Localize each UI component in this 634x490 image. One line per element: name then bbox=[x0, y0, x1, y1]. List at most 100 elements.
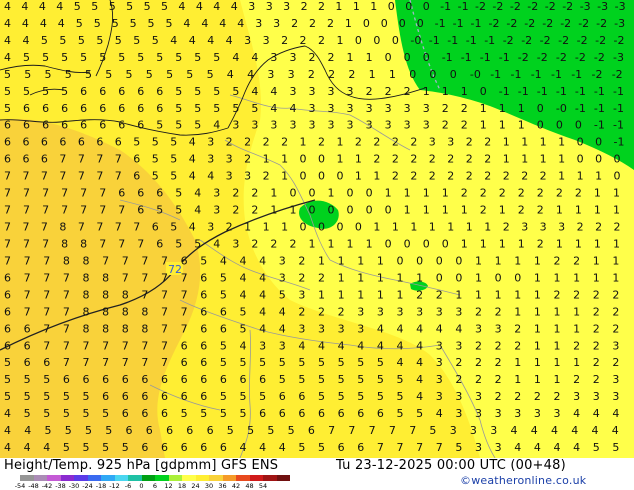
grid-value: 0 bbox=[595, 153, 602, 166]
grid-value: 6 bbox=[141, 441, 148, 454]
grid-value: 6 bbox=[220, 305, 227, 318]
grid-value: 3 bbox=[377, 305, 384, 318]
grid-value: -1 bbox=[490, 68, 501, 81]
grid-value: 5 bbox=[24, 373, 31, 386]
grid-value: 1 bbox=[554, 356, 561, 369]
grid-value: 7 bbox=[161, 339, 168, 352]
grid-value: 1 bbox=[429, 221, 436, 234]
grid-value: 0 bbox=[450, 68, 457, 81]
grid-value: 5 bbox=[102, 441, 109, 454]
grid-value: 4 bbox=[4, 424, 11, 437]
colorbar-label: -48 bbox=[28, 482, 39, 490]
grid-value: 7 bbox=[43, 271, 50, 284]
grid-value: 2 bbox=[318, 34, 325, 47]
grid-value: 0 bbox=[480, 85, 487, 98]
grid-value: 5 bbox=[112, 17, 119, 30]
grid-value: 3 bbox=[573, 390, 580, 403]
grid-value: 0 bbox=[455, 271, 462, 284]
grid-value: 5 bbox=[146, 68, 153, 81]
grid-value: 3 bbox=[385, 102, 392, 115]
grid-value: 1 bbox=[540, 136, 547, 149]
grid-value: 1 bbox=[514, 373, 521, 386]
grid-value: 6 bbox=[161, 407, 168, 420]
grid-value: 7 bbox=[161, 322, 168, 335]
grid-value: 2 bbox=[392, 170, 399, 183]
grid-value: 1 bbox=[442, 85, 449, 98]
grid-value: 0 bbox=[337, 221, 344, 234]
colorbar-segment bbox=[209, 475, 223, 481]
grid-value: 6 bbox=[141, 373, 148, 386]
colorbar-segment bbox=[155, 475, 169, 481]
grid-value: 5 bbox=[83, 407, 90, 420]
grid-value: 1 bbox=[328, 238, 335, 251]
grid-value: 4 bbox=[514, 441, 521, 454]
grid-value: 8 bbox=[141, 322, 148, 335]
grid-value: 5 bbox=[170, 153, 177, 166]
grid-value: -3 bbox=[614, 17, 625, 30]
grid-value: 6 bbox=[200, 288, 207, 301]
grid-value: 5 bbox=[161, 0, 168, 13]
grid-value: 2 bbox=[534, 390, 541, 403]
grid-value: 6 bbox=[220, 373, 227, 386]
grid-value: 7 bbox=[63, 271, 70, 284]
credit-link[interactable]: ©weatheronline.co.uk bbox=[460, 474, 586, 487]
grid-value: 2 bbox=[495, 339, 502, 352]
grid-value: 5 bbox=[156, 204, 163, 217]
grid-value: 4 bbox=[226, 34, 233, 47]
grid-value: 4 bbox=[416, 373, 423, 386]
grid-value: 1 bbox=[353, 0, 360, 13]
grid-value: 2 bbox=[232, 187, 239, 200]
grid-value: 4 bbox=[240, 339, 247, 352]
grid-value: 6 bbox=[200, 271, 207, 284]
grid-value: 3 bbox=[207, 153, 214, 166]
grid-value: 0 bbox=[442, 238, 449, 251]
grid-value: 4 bbox=[240, 288, 247, 301]
grid-value: 5 bbox=[105, 424, 112, 437]
grid-value: 6 bbox=[118, 102, 125, 115]
grid-value: 5 bbox=[429, 424, 436, 437]
grid-value: 7 bbox=[83, 356, 90, 369]
grid-value: 8 bbox=[83, 271, 90, 284]
grid-value: 1 bbox=[514, 356, 521, 369]
grid-value: 5 bbox=[45, 424, 52, 437]
grid-value: 7 bbox=[161, 254, 168, 267]
grid-value: 5 bbox=[156, 119, 163, 132]
grid-value: 2 bbox=[338, 305, 345, 318]
grid-value: 6 bbox=[4, 153, 11, 166]
grid-value: 1 bbox=[357, 271, 364, 284]
grid-value: 5 bbox=[152, 136, 159, 149]
grid-value: 7 bbox=[436, 441, 443, 454]
grid-value: 0 bbox=[309, 187, 316, 200]
grid-value: 0 bbox=[300, 170, 307, 183]
grid-value: 2 bbox=[475, 339, 482, 352]
grid-value: 1 bbox=[423, 187, 430, 200]
grid-value: 5 bbox=[23, 51, 30, 64]
grid-value: 4 bbox=[207, 34, 214, 47]
grid-value: 5 bbox=[377, 390, 384, 403]
grid-value: -1 bbox=[518, 85, 529, 98]
grid-value: 4 bbox=[227, 68, 234, 81]
colorbar-segment bbox=[114, 475, 128, 481]
grid-value: 1 bbox=[328, 187, 335, 200]
colorbar-segment bbox=[195, 475, 209, 481]
grid-value: 3 bbox=[309, 102, 316, 115]
grid-value: 2 bbox=[298, 254, 305, 267]
grid-value: 7 bbox=[63, 305, 70, 318]
grid-value: 7 bbox=[416, 441, 423, 454]
grid-value: 5 bbox=[318, 390, 325, 403]
grid-value: 5 bbox=[194, 51, 201, 64]
colorbar-segment bbox=[33, 475, 47, 481]
grid-value: 5 bbox=[4, 68, 11, 81]
grid-value: 5 bbox=[76, 17, 83, 30]
grid-value: 1 bbox=[309, 238, 316, 251]
grid-value: 0 bbox=[355, 221, 362, 234]
grid-value: 4 bbox=[4, 34, 11, 47]
grid-value: 2 bbox=[281, 34, 288, 47]
grid-value: 6 bbox=[259, 373, 266, 386]
grid-value: 5 bbox=[338, 390, 345, 403]
colorbar-label: 6 bbox=[152, 482, 158, 490]
grid-value: 8 bbox=[102, 271, 109, 284]
grid-value: 1 bbox=[461, 204, 468, 217]
grid-value: 2 bbox=[392, 153, 399, 166]
grid-value: 2 bbox=[495, 390, 502, 403]
